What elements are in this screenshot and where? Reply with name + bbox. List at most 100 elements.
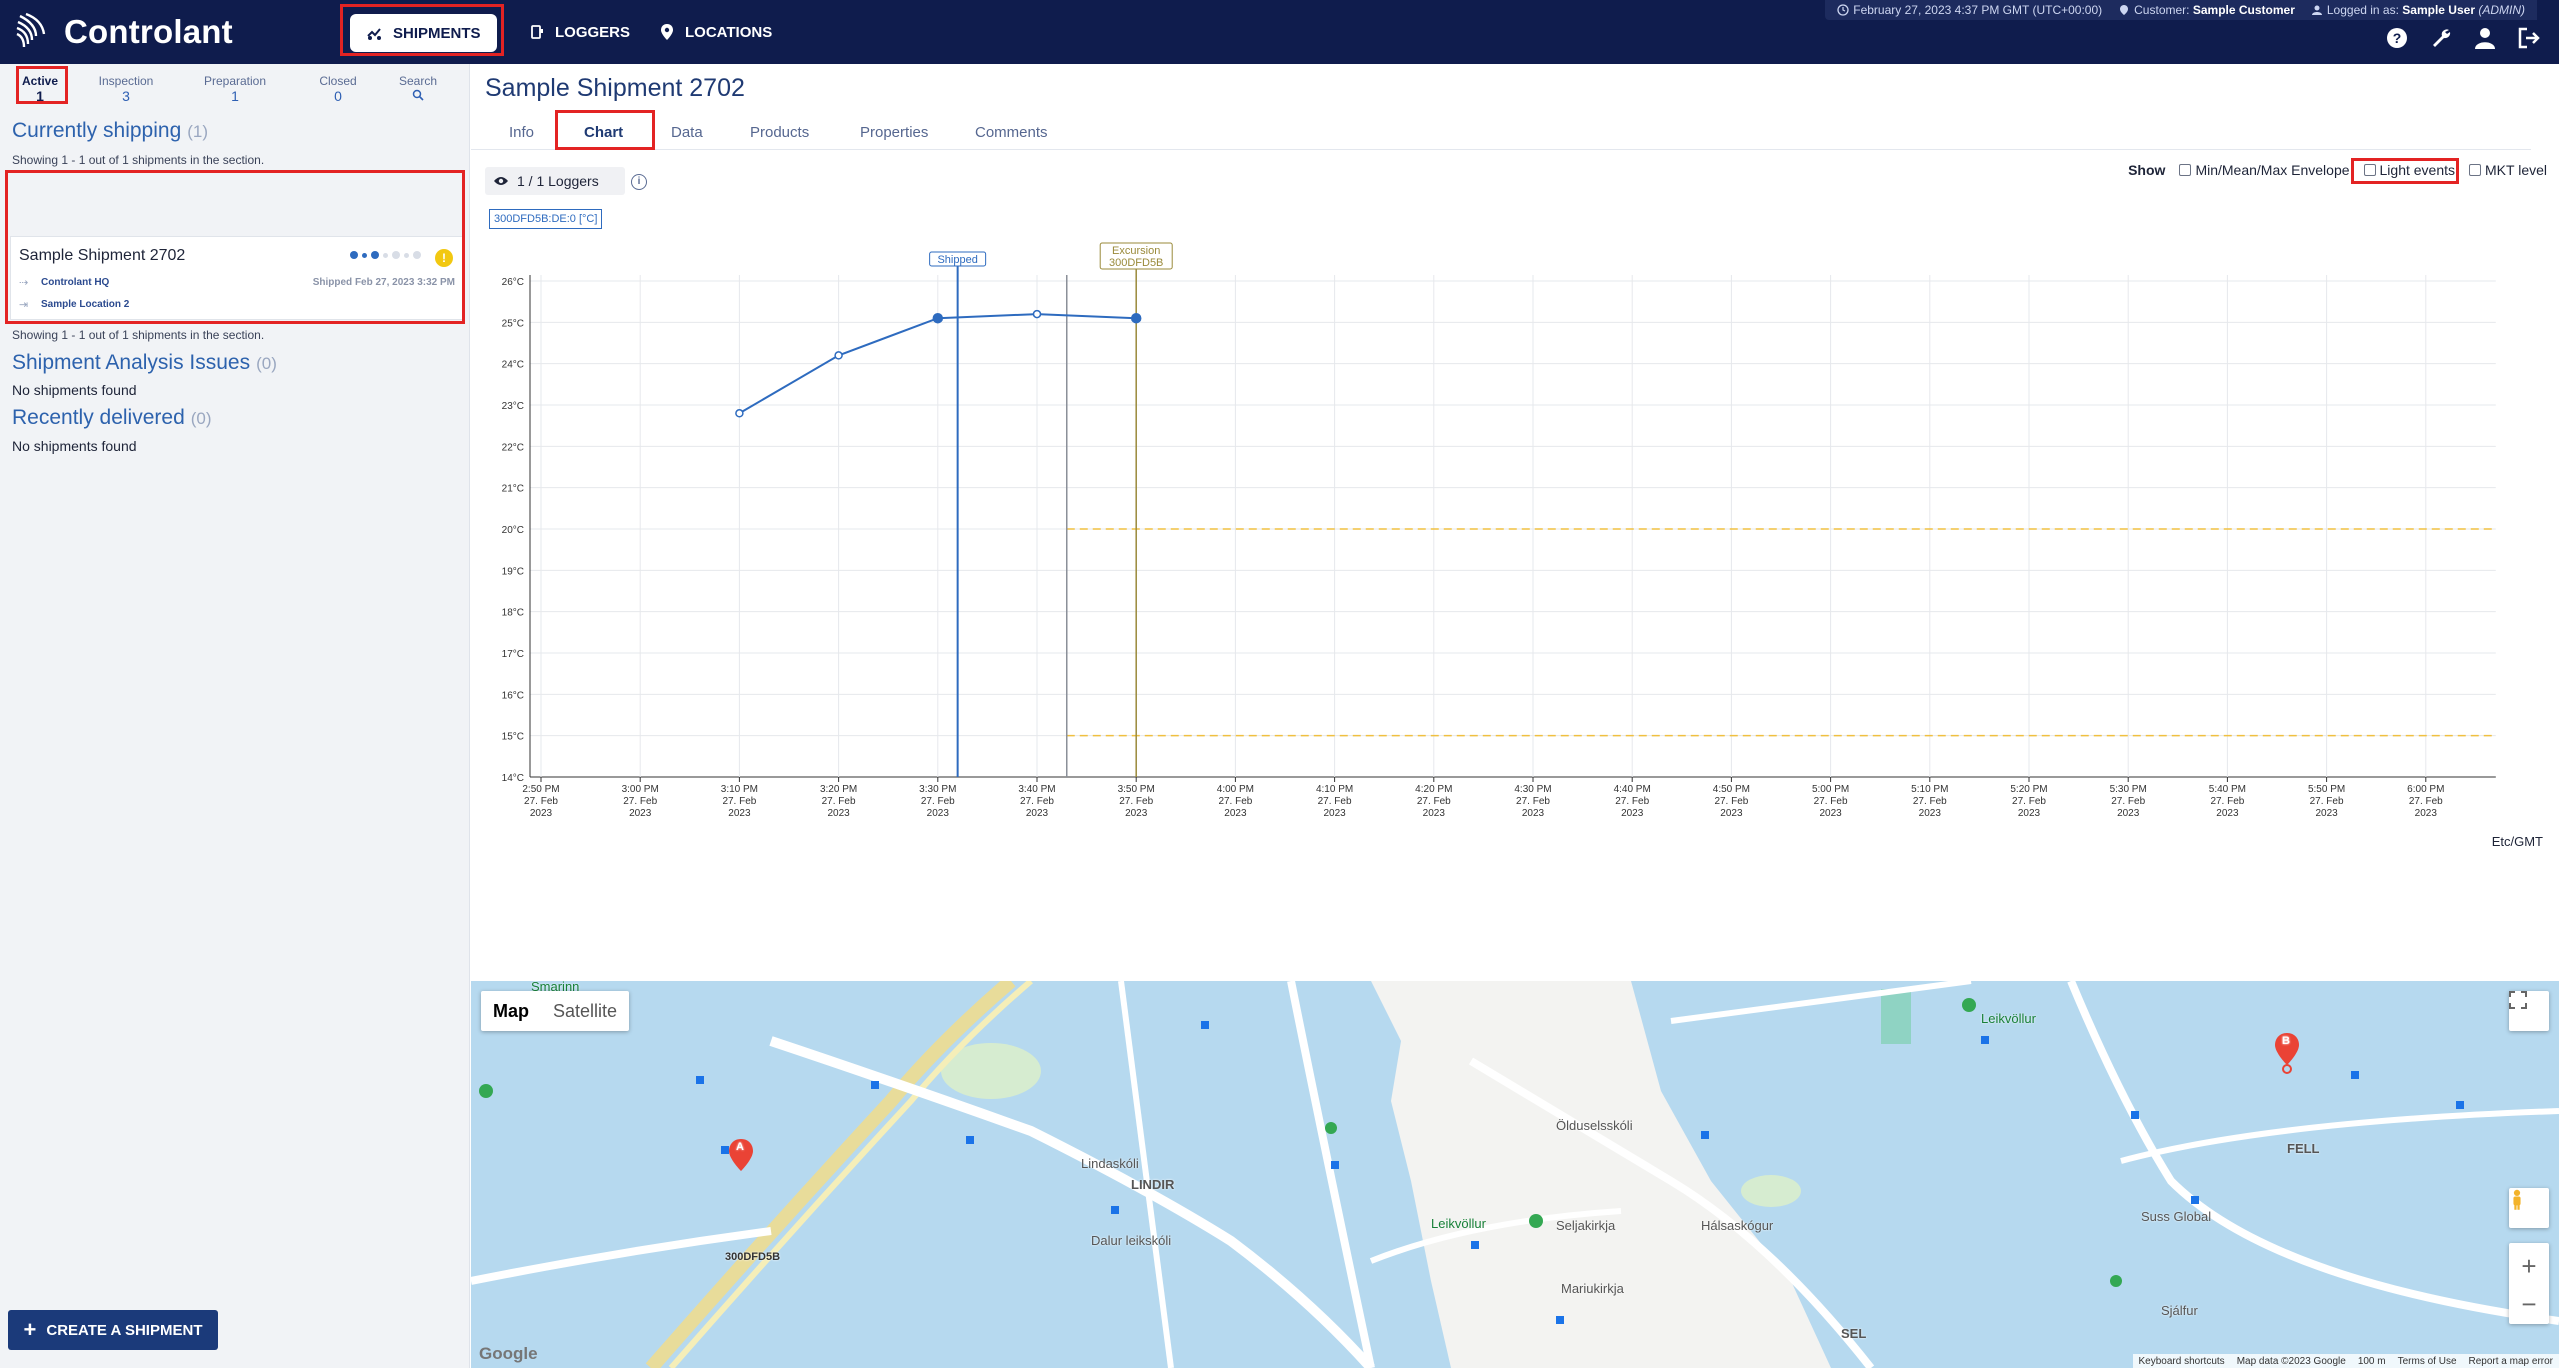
x-tick-year: 2023: [1125, 808, 1148, 819]
y-tick-label: 23°C: [502, 401, 524, 412]
zoom-control: + −: [2509, 1243, 2549, 1324]
recently-delivered-empty: No shipments found: [12, 438, 137, 454]
x-tick-label: 5:10 PM: [1911, 784, 1948, 795]
analysis-issues-empty: No shipments found: [12, 382, 137, 398]
nav-locations-label: LOCATIONS: [685, 23, 773, 41]
user-profile-icon[interactable]: [2473, 26, 2497, 50]
nav-loggers-button[interactable]: LOGGERS: [512, 8, 646, 56]
zoom-in-button[interactable]: +: [2521, 1246, 2536, 1286]
x-tick-year: 2023: [1323, 808, 1346, 819]
user-info: Logged in as: Sample User (ADMIN): [2311, 3, 2525, 17]
showing-note-top: Showing 1 - 1 out of 1 shipments in the …: [12, 153, 265, 167]
x-tick-label: 3:20 PM: [820, 784, 857, 795]
route-map[interactable]: A B 300DFD5B Lindaskóli LINDIR Ölduselss…: [471, 981, 2559, 1368]
x-tick-date: 27. Feb: [1119, 796, 1153, 807]
map-label-4: Leikvöllur: [1431, 1216, 1486, 1231]
svg-text:?: ?: [2393, 30, 2402, 46]
x-tick-date: 27. Feb: [1714, 796, 1748, 807]
data-point: [735, 409, 744, 418]
x-tick-label: 5:00 PM: [1812, 784, 1849, 795]
tab-preparation[interactable]: Preparation 1: [182, 70, 288, 110]
x-tick-year: 2023: [629, 808, 652, 819]
map-attribution: Keyboard shortcuts Map data ©2023 Google…: [2132, 1354, 2559, 1368]
tab-preparation-label: Preparation: [203, 74, 267, 88]
logo[interactable]: Controlant: [14, 12, 233, 52]
google-logo[interactable]: Google: [479, 1344, 538, 1364]
x-tick-label: 4:30 PM: [1514, 784, 1551, 795]
clock-icon: [1837, 4, 1849, 16]
map-type-map[interactable]: Map: [481, 991, 541, 1031]
analysis-issues-title: Shipment Analysis Issues: [12, 351, 251, 374]
map-type-satellite[interactable]: Satellite: [541, 991, 629, 1031]
x-tick-date: 27. Feb: [524, 796, 558, 807]
logged-label: Logged in as:: [2326, 3, 2399, 17]
shipment-origin: Controlant HQ: [41, 277, 110, 288]
x-tick-year: 2023: [1522, 808, 1545, 819]
x-tick-date: 27. Feb: [822, 796, 856, 807]
tab-closed-label: Closed: [319, 74, 357, 88]
tab-preparation-count: 1: [231, 88, 239, 104]
truck-icon: [367, 28, 381, 40]
analysis-issues-heading: Shipment Analysis Issues (0): [12, 351, 277, 375]
x-tick-year: 2023: [530, 808, 553, 819]
tab-active-label: Active: [21, 74, 59, 88]
x-tick-label: 3:00 PM: [622, 784, 659, 795]
tab-inspection-label: Inspection: [98, 74, 154, 88]
x-tick-year: 2023: [1919, 808, 1942, 819]
x-tick-year: 2023: [927, 808, 950, 819]
y-tick-label: 22°C: [502, 442, 524, 453]
tab-search[interactable]: Search: [388, 70, 448, 110]
nav-locations-button[interactable]: LOCATIONS: [642, 8, 788, 56]
map-scale[interactable]: 100 m: [2358, 1356, 2386, 1367]
nav-shipments-button[interactable]: SHIPMENTS: [350, 14, 497, 52]
x-tick-label: 3:30 PM: [919, 784, 956, 795]
logout-icon[interactable]: [2517, 26, 2541, 50]
customer-label: Customer:: [2134, 3, 2190, 17]
chart-x-ticks: 2:50 PM27. Feb20233:00 PM27. Feb20233:10…: [522, 784, 2444, 819]
x-tick-year: 2023: [1224, 808, 1247, 819]
x-tick-label: 5:20 PM: [2010, 784, 2047, 795]
terms-of-use-link[interactable]: Terms of Use: [2398, 1356, 2457, 1367]
map-label-5: Mariukirkja: [1561, 1281, 1624, 1296]
data-point: [834, 351, 843, 360]
create-shipment-button[interactable]: + CREATE A SHIPMENT: [8, 1310, 218, 1350]
x-tick-year: 2023: [2415, 808, 2438, 819]
shipment-state-tabs: Active 1 Inspection 3 Preparation 1 Closed 0…: [10, 70, 460, 110]
data-point: [1130, 312, 1142, 324]
tab-inspection[interactable]: Inspection 3: [70, 70, 182, 110]
pin-a-letter: A: [736, 1141, 744, 1153]
y-tick-label: 15°C: [502, 732, 524, 743]
data-point: [932, 312, 944, 324]
street-view-pegman-icon[interactable]: [2509, 1188, 2549, 1228]
zoom-out-button[interactable]: −: [2521, 1286, 2536, 1322]
event-label-1: Excursion: [1112, 245, 1160, 257]
nav-loggers-label: LOGGERS: [555, 23, 631, 41]
event-sublabel-1: 300DFD5B: [1109, 257, 1163, 269]
shipment-card[interactable]: Sample Shipment 2702 ! ⇢ Controlant HQ ⇥…: [10, 236, 464, 320]
keyboard-shortcuts-link[interactable]: Keyboard shortcuts: [2139, 1356, 2225, 1367]
fullscreen-icon[interactable]: [2509, 991, 2549, 1031]
x-tick-label: 3:40 PM: [1018, 784, 1055, 795]
wrench-icon[interactable]: [2429, 26, 2453, 50]
user-name: Sample User: [2402, 3, 2475, 17]
tab-active[interactable]: Active 1: [10, 70, 70, 110]
x-tick-label: 4:20 PM: [1415, 784, 1452, 795]
tab-closed[interactable]: Closed 0: [288, 70, 388, 110]
x-tick-label: 3:10 PM: [721, 784, 758, 795]
x-tick-year: 2023: [1621, 808, 1644, 819]
x-tick-date: 27. Feb: [722, 796, 756, 807]
event-label-0: Shipped: [937, 254, 977, 266]
user-role: (ADMIN): [2478, 3, 2525, 17]
x-tick-date: 27. Feb: [1318, 796, 1352, 807]
shipment-destination: Sample Location 2: [41, 299, 130, 310]
currently-shipping-title: Currently shipping: [12, 119, 182, 142]
map-label-10: Sjálfur: [2161, 1303, 2198, 1318]
tab-inspection-count: 3: [122, 88, 130, 104]
x-tick-year: 2023: [2018, 808, 2041, 819]
report-map-error-link[interactable]: Report a map error: [2469, 1356, 2553, 1367]
x-tick-date: 27. Feb: [2012, 796, 2046, 807]
search-icon: [388, 89, 448, 103]
x-tick-label: 5:50 PM: [2308, 784, 2345, 795]
y-tick-label: 14°C: [502, 773, 524, 784]
help-icon[interactable]: ?: [2385, 26, 2409, 50]
